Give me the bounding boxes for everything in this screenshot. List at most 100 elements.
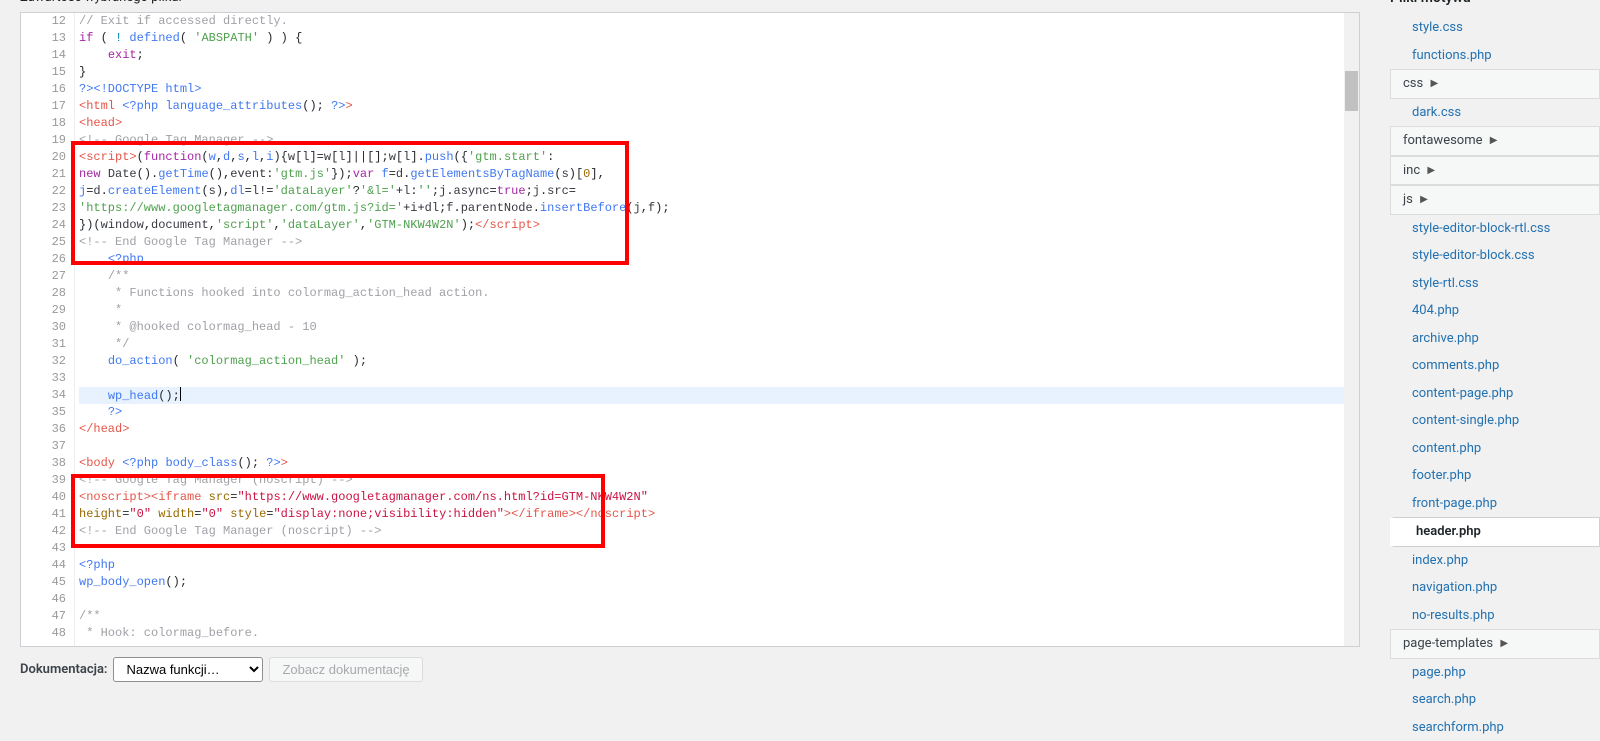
code-line[interactable]: </head> — [79, 421, 1344, 438]
code-line[interactable]: } — [79, 64, 1344, 81]
file-item[interactable]: comments.php — [1390, 352, 1600, 380]
view-documentation-button[interactable]: Zobacz dokumentację — [269, 657, 422, 682]
function-name-select[interactable]: Nazwa funkcji… — [113, 657, 263, 682]
code-line[interactable]: ?> — [79, 404, 1344, 421]
file-item[interactable]: style.css — [1390, 14, 1600, 42]
file-item[interactable]: functions.php — [1390, 42, 1600, 70]
documentation-bar: Dokumentacja: Nazwa funkcji… Zobacz doku… — [20, 657, 1360, 682]
folder-item[interactable]: inc ▶ — [1390, 156, 1600, 186]
code-line[interactable]: <script>(function(w,d,s,l,i){w[l]=w[l]||… — [79, 149, 1344, 166]
code-line[interactable] — [79, 540, 1344, 557]
scrollbar-thumb[interactable] — [1345, 71, 1358, 111]
file-item[interactable]: content-page.php — [1390, 380, 1600, 408]
file-item[interactable]: footer.php — [1390, 462, 1600, 490]
file-item[interactable]: searchform.php — [1390, 714, 1600, 741]
sidebar-title: Pliki motywu — [1390, 0, 1600, 8]
folder-item[interactable]: css ▶ — [1390, 69, 1600, 99]
code-line[interactable]: j=d.createElement(s),dl=l!='dataLayer'?'… — [79, 183, 1344, 200]
line-number: 38 — [21, 455, 74, 472]
code-line[interactable]: ?><!DOCTYPE html> — [79, 81, 1344, 98]
code-line[interactable]: <!-- End Google Tag Manager (noscript) -… — [79, 523, 1344, 540]
code-area[interactable]: // Exit if accessed directly.if ( ! defi… — [75, 13, 1344, 646]
line-number: 41 — [21, 506, 74, 523]
code-line[interactable]: <head> — [79, 115, 1344, 132]
chevron-right-icon: ▶ — [1430, 78, 1438, 89]
line-number: 23 — [21, 200, 74, 217]
code-line[interactable] — [79, 370, 1344, 387]
line-number: 29 — [21, 302, 74, 319]
code-line[interactable]: <html <?php language_attributes(); ?>> — [79, 98, 1344, 115]
file-item[interactable]: style-editor-block.css — [1390, 242, 1600, 270]
line-number: 43 — [21, 540, 74, 557]
code-line[interactable]: * @hooked colormag_head - 10 — [79, 319, 1344, 336]
code-line[interactable]: wp_body_open(); — [79, 574, 1344, 591]
folder-item[interactable]: js ▶ — [1390, 185, 1600, 215]
folder-label: js — [1403, 192, 1413, 207]
code-line[interactable]: * Functions hooked into colormag_action_… — [79, 285, 1344, 302]
file-item[interactable]: search.php — [1390, 686, 1600, 714]
line-number: 12 — [21, 13, 74, 30]
chevron-right-icon: ▶ — [1500, 638, 1508, 649]
file-item[interactable]: front-page.php — [1390, 490, 1600, 518]
line-number: 46 — [21, 591, 74, 608]
code-line[interactable]: do_action( 'colormag_action_head' ); — [79, 353, 1344, 370]
file-item[interactable]: navigation.php — [1390, 574, 1600, 602]
line-number: 48 — [21, 625, 74, 642]
code-line[interactable]: /** — [79, 268, 1344, 285]
file-item[interactable]: content-single.php — [1390, 407, 1600, 435]
file-item[interactable]: page.php — [1390, 659, 1600, 687]
code-line[interactable]: <?php — [79, 557, 1344, 574]
folder-item[interactable]: page-templates ▶ — [1390, 629, 1600, 659]
file-item[interactable]: content.php — [1390, 435, 1600, 463]
folder-item[interactable]: fontawesome ▶ — [1390, 126, 1600, 156]
code-line[interactable]: /** — [79, 608, 1344, 625]
code-line[interactable]: <noscript><iframe src="https://www.googl… — [79, 489, 1344, 506]
folder-label: page-templates — [1403, 636, 1493, 651]
line-number: 32 — [21, 353, 74, 370]
code-line[interactable]: 'https://www.googletagmanager.com/gtm.js… — [79, 200, 1344, 217]
folder-label: css — [1403, 76, 1423, 91]
code-line[interactable]: <body <?php body_class(); ?>> — [79, 455, 1344, 472]
code-line[interactable]: wp_head(); — [79, 387, 1344, 404]
line-number: 34 — [21, 387, 74, 404]
code-line[interactable]: <!-- Google Tag Manager (noscript) --> — [79, 472, 1344, 489]
code-line[interactable]: <!-- End Google Tag Manager --> — [79, 234, 1344, 251]
file-item[interactable]: style-rtl.css — [1390, 270, 1600, 298]
line-number: 40 — [21, 489, 74, 506]
code-line[interactable]: new Date().getTime(),event:'gtm.js'});va… — [79, 166, 1344, 183]
code-line[interactable]: if ( ! defined( 'ABSPATH' ) ) { — [79, 30, 1344, 47]
line-number: 31 — [21, 336, 74, 353]
chevron-right-icon: ▶ — [1420, 194, 1428, 205]
file-item[interactable]: style-editor-block-rtl.css — [1390, 215, 1600, 243]
code-line[interactable] — [79, 438, 1344, 455]
code-line[interactable]: // Exit if accessed directly. — [79, 13, 1344, 30]
code-line[interactable] — [79, 591, 1344, 608]
code-line[interactable]: <!-- Google Tag Manager --> — [79, 132, 1344, 149]
file-item[interactable]: index.php — [1390, 547, 1600, 575]
line-number: 18 — [21, 115, 74, 132]
line-number: 26 — [21, 251, 74, 268]
line-number: 28 — [21, 285, 74, 302]
code-line[interactable]: height="0" width="0" style="display:none… — [79, 506, 1344, 523]
code-editor[interactable]: 1213141516171819202122232425262728293031… — [20, 12, 1360, 647]
code-line[interactable]: * Hook: colormag_before. — [79, 625, 1344, 642]
file-item[interactable]: no-results.php — [1390, 602, 1600, 630]
line-number: 14 — [21, 47, 74, 64]
code-line[interactable]: * — [79, 302, 1344, 319]
code-line[interactable]: <?php — [79, 251, 1344, 268]
file-item[interactable]: archive.php — [1390, 325, 1600, 353]
folder-label: fontawesome — [1403, 133, 1483, 148]
line-number: 39 — [21, 472, 74, 489]
file-item[interactable]: header.php — [1390, 517, 1600, 547]
vertical-scrollbar[interactable] — [1344, 13, 1359, 646]
file-item[interactable]: 404.php — [1390, 297, 1600, 325]
line-number: 16 — [21, 81, 74, 98]
line-number: 35 — [21, 404, 74, 421]
code-line[interactable]: exit; — [79, 47, 1344, 64]
page-title: Zawartość wybranego pliku: — [20, 0, 1360, 8]
line-number: 44 — [21, 557, 74, 574]
code-line[interactable]: })(window,document,'script','dataLayer',… — [79, 217, 1344, 234]
code-line[interactable]: */ — [79, 336, 1344, 353]
line-number: 37 — [21, 438, 74, 455]
file-item[interactable]: dark.css — [1390, 99, 1600, 127]
